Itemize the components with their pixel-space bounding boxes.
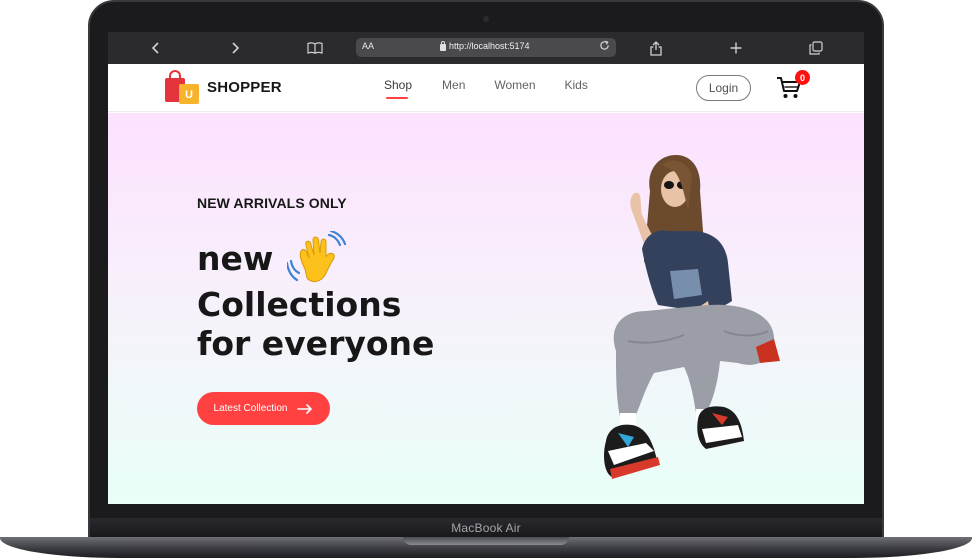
waving-hand-icon [286, 229, 347, 287]
laptop-notch [403, 537, 569, 545]
screen-bezel [90, 504, 882, 518]
chevron-left-icon[interactable] [148, 40, 164, 56]
address-bar[interactable]: AA http://localhost:5174 [356, 38, 616, 57]
hero-model-image [604, 155, 780, 479]
hero-section: NEW ARRIVALS ONLY new Collections for ev… [108, 113, 864, 504]
url-text: http://localhost:5174 [449, 41, 530, 51]
shopping-bag-icon: U [165, 70, 199, 104]
lock-icon [440, 40, 446, 51]
browser-toolbar: AA http://localhost:5174 [108, 32, 864, 64]
reload-icon[interactable] [599, 40, 610, 54]
camera-icon [483, 16, 489, 22]
nav-item-label: Men [442, 78, 466, 92]
nav-item-label: Shop [384, 78, 413, 92]
browser-screen: AA http://localhost:5174 U SHOPPER Shop … [108, 32, 864, 504]
site-navbar: U SHOPPER Shop Men Women Kids Login 0 [108, 64, 864, 112]
hero-headline-line-2: Collections [197, 285, 402, 324]
arrow-right-icon [297, 403, 313, 414]
laptop-hinge: MacBook Air [90, 518, 882, 538]
hero-headline-line-3: for everyone [197, 324, 435, 363]
nav-item-men[interactable]: Men [442, 78, 465, 92]
latest-collection-button[interactable]: Latest Collection [197, 392, 330, 425]
nav-item-shop[interactable]: Shop [384, 78, 413, 99]
device-model-label: MacBook Air [451, 521, 521, 535]
nav-item-kids[interactable]: Kids [565, 78, 588, 92]
nav-item-women[interactable]: Women [494, 78, 535, 92]
text-size-button[interactable]: AA [362, 41, 374, 51]
latest-collection-label: Latest Collection [213, 403, 288, 414]
hero-tagline: NEW ARRIVALS ONLY [197, 195, 347, 211]
cart-count-badge: 0 [795, 70, 810, 85]
logo-text: SHOPPER [207, 78, 282, 96]
login-button[interactable]: Login [696, 75, 751, 101]
cart-button[interactable]: 0 [776, 70, 810, 101]
share-icon[interactable] [648, 40, 664, 56]
plus-icon[interactable] [728, 40, 744, 56]
active-nav-indicator [386, 97, 408, 99]
nav-item-label: Kids [564, 78, 588, 92]
book-icon[interactable] [307, 40, 323, 56]
hero-headline-word: new [197, 239, 274, 278]
chevron-right-icon[interactable] [227, 40, 243, 56]
logo[interactable]: U SHOPPER [165, 70, 282, 104]
hero-line-1: new [197, 229, 347, 287]
nav-item-label: Women [494, 78, 536, 92]
nav-menu: Shop Men Women Kids [384, 78, 588, 99]
tabs-icon[interactable] [808, 40, 824, 56]
